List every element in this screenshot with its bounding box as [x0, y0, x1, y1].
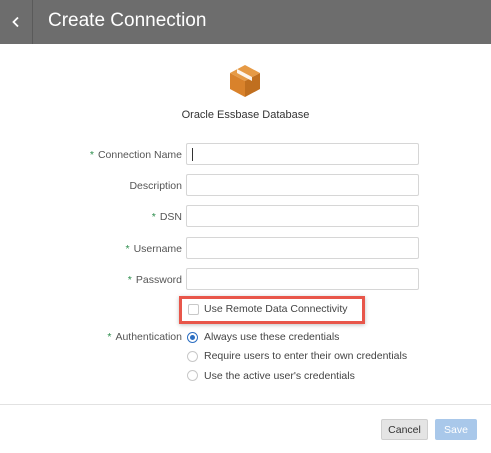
auth-option-active-user-radio[interactable]: [187, 370, 198, 381]
required-marker: *: [125, 243, 130, 255]
auth-option-always-radio[interactable]: [187, 332, 198, 343]
remote-data-label[interactable]: Use Remote Data Connectivity: [204, 303, 348, 315]
required-marker: *: [151, 211, 156, 223]
database-type-label: Oracle Essbase Database: [181, 109, 310, 121]
description-field[interactable]: [186, 174, 419, 196]
password-label: * Password: [127, 274, 182, 286]
auth-option-require-label[interactable]: Require users to enter their own credent…: [204, 350, 407, 362]
auth-option-active-user-label[interactable]: Use the active user's credentials: [204, 370, 355, 382]
auth-option-always-label[interactable]: Always use these credentials: [204, 331, 339, 343]
chevron-left-icon: [12, 16, 19, 28]
required-marker: *: [89, 149, 94, 161]
cube-icon: [230, 65, 260, 97]
required-marker: *: [127, 274, 132, 286]
dsn-label: * DSN: [151, 211, 182, 223]
username-label: * Username: [125, 243, 182, 255]
authentication-label: * Authentication: [107, 331, 182, 343]
footer-divider: [0, 404, 491, 405]
title-bar: Create Connection: [0, 0, 491, 44]
connection-name-field[interactable]: [186, 143, 419, 165]
username-field[interactable]: [186, 237, 419, 259]
description-label: Description: [129, 180, 182, 192]
back-button[interactable]: [0, 0, 33, 44]
connection-name-label: * Connection Name: [89, 149, 182, 161]
save-button[interactable]: Save: [435, 419, 477, 440]
dsn-field[interactable]: [186, 205, 419, 227]
auth-option-require-radio[interactable]: [187, 351, 198, 362]
cancel-button[interactable]: Cancel: [381, 419, 428, 440]
remote-data-checkbox[interactable]: [188, 304, 199, 315]
page-title: Create Connection: [48, 10, 207, 31]
required-marker: *: [107, 331, 112, 343]
password-field[interactable]: [186, 268, 419, 290]
